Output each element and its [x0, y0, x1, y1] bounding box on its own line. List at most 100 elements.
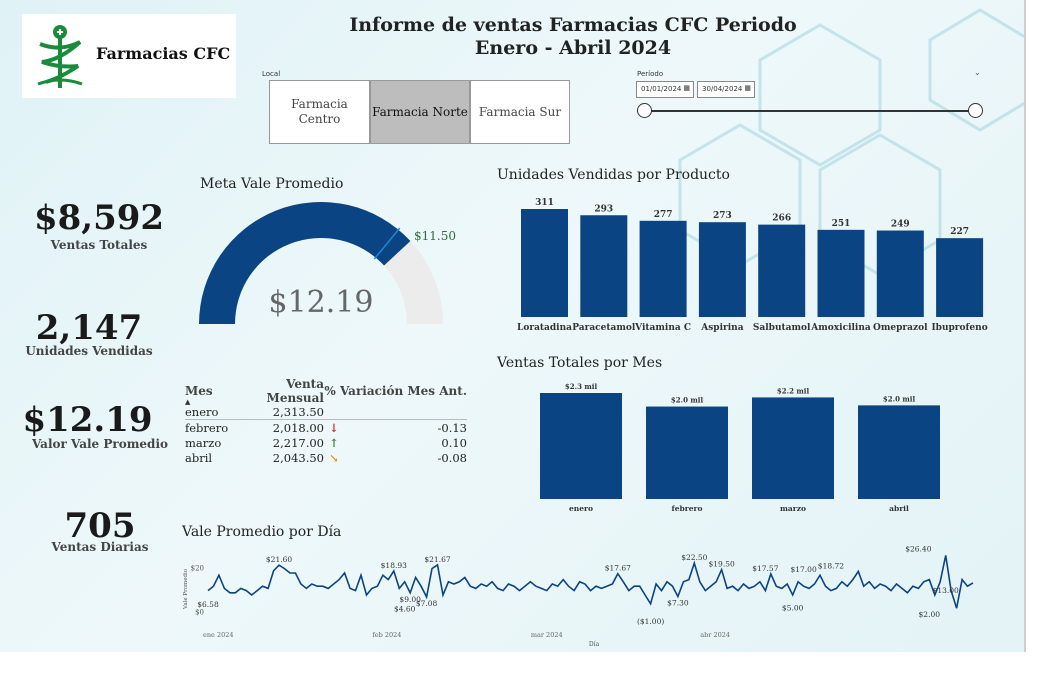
month-chart-title: Ventas Totales por Mes [497, 355, 663, 371]
bar-data-label: $2.0 mil [883, 394, 916, 403]
table-row[interactable]: marzo 2,217.00 ↑ 0.10 [185, 435, 467, 450]
header-mes[interactable]: Mes [185, 384, 229, 398]
bar-abril[interactable] [858, 405, 940, 499]
bar-enero[interactable] [540, 393, 622, 499]
point-data-label: $7.30 [667, 599, 689, 608]
bar-febrero[interactable] [646, 406, 728, 499]
series-line[interactable] [207, 555, 974, 609]
cell-mes: enero [185, 405, 219, 419]
bar-Paracetamol[interactable] [580, 215, 628, 317]
bar-data-label: 311 [535, 198, 554, 208]
vertical-scrollbar[interactable] [1024, 0, 1026, 652]
point-data-label: $19.50 [709, 560, 735, 569]
category-label: Paracetamol [572, 323, 636, 333]
point-data-label: $7.08 [416, 599, 438, 608]
logo-text: Farmacias CFC [96, 44, 231, 63]
x-tick-label: ene 2024 [203, 631, 234, 639]
point-data-label: $21.67 [424, 555, 450, 564]
category-label: Amoxicilina [810, 323, 871, 333]
local-slicer-label: Local [262, 70, 281, 78]
x-axis-label: Día [589, 641, 600, 648]
point-data-label: $5.00 [782, 604, 804, 613]
point-data-label: $22.50 [681, 553, 707, 562]
category-label: Omeprazol [873, 323, 928, 333]
calendar-icon[interactable]: ▦ [744, 84, 751, 92]
header-venta-mensual[interactable]: Venta Mensual [229, 377, 324, 405]
bar-Vitamina C[interactable] [639, 220, 687, 317]
kpi-unidades-label: Unidades Vendidas [25, 344, 153, 358]
cell-venta: 2,313.50 [272, 405, 324, 419]
range-end-handle[interactable] [968, 103, 983, 118]
slicer-farmacia-norte[interactable]: Farmacia Norte [370, 80, 470, 144]
y-axis-label: Vale Promedio [183, 568, 189, 610]
bar-data-label: 227 [950, 227, 969, 237]
bar-data-label: $2.0 mil [671, 396, 704, 405]
point-data-label: $17.67 [605, 564, 631, 573]
bar-data-label: 251 [832, 219, 851, 229]
cell-var: -0.13 [437, 420, 468, 435]
trend-arrow-icon: ↘ [329, 450, 339, 465]
kpi-vale-value: $12.19 [22, 400, 153, 440]
date-range-track[interactable] [645, 110, 976, 112]
monthly-sales-table: Mes Venta Mensual % Variación Mes Ant. ▲… [185, 377, 467, 465]
bar-data-label: 277 [654, 210, 673, 220]
cell-mes: abril [185, 450, 213, 465]
bar-Aspirina[interactable] [698, 222, 746, 317]
y-tick-label: $0 [195, 609, 204, 617]
trend-arrow-icon: ↓ [329, 420, 339, 435]
cell-mes: marzo [185, 435, 222, 450]
point-data-label: $17.00 [790, 565, 816, 574]
x-tick-label: feb 2024 [372, 631, 401, 639]
table-row[interactable]: febrero 2,018.00 ↓ -0.13 [185, 420, 467, 435]
slicer-farmacia-centro[interactable]: Farmacia Centro [269, 80, 370, 144]
category-label: febrero [672, 504, 703, 513]
pharmacy-logo-icon [37, 25, 83, 88]
category-label: Loratadina [517, 323, 572, 333]
table-row[interactable]: abril 2,043.50 ↘ -0.08 [185, 450, 467, 465]
gauge-chart: $11.50 $12.19 [199, 202, 456, 324]
chevron-down-icon[interactable]: ⌄ [974, 68, 981, 77]
category-label: Ibuprofeno [931, 323, 987, 333]
date-start-input[interactable]: 01/01/2024 ▦ [636, 81, 694, 98]
date-start-value: 01/01/2024 [641, 85, 682, 93]
point-data-label: $26.40 [905, 545, 931, 554]
bar-data-label: 273 [713, 211, 732, 221]
daily-line-chart: Vale Promedio $0 $20 ene 2024 feb 2024 mar 20… [183, 545, 974, 648]
bar-Loratadina[interactable] [521, 209, 568, 317]
slicer-farmacia-sur[interactable]: Farmacia Sur [470, 80, 570, 144]
kpi-ventas-totales-label: Ventas Totales [50, 238, 148, 252]
gauge-value-label: $12.19 [269, 285, 374, 320]
category-label: abril [889, 504, 909, 513]
bar-marzo[interactable] [752, 397, 834, 499]
point-data-label: $13.00 [933, 586, 959, 595]
kpi-ventas-diarias-label: Ventas Diarias [51, 540, 149, 554]
bar-data-label: $2.2 mil [777, 386, 810, 395]
bar-Amoxicilina[interactable] [817, 229, 865, 317]
header-variacion[interactable]: % Variación Mes Ant. [324, 384, 467, 398]
month-bar-chart: $2.3 mil enero $2.0 mil febrero $2.2 mil marz… [540, 382, 940, 513]
category-label: enero [569, 504, 593, 513]
cell-var: -0.08 [437, 450, 468, 465]
cell-venta: 2,018.00 [272, 420, 324, 435]
bar-Omeprazol[interactable] [876, 230, 924, 317]
bar-data-label: 249 [891, 220, 910, 230]
x-tick-label: mar 2024 [531, 631, 563, 639]
bar-Salbutamol[interactable] [758, 224, 806, 317]
bar-Ibuprofeno[interactable] [936, 238, 984, 317]
category-label: Aspirina [700, 323, 743, 333]
kpi-vale-label: Valor Vale Promedio [31, 437, 169, 451]
trend-arrow-icon: ↑ [329, 435, 339, 450]
product-chart-title: Unidades Vendidas por Producto [497, 167, 730, 183]
date-end-input[interactable]: 30/04/2024 ▦ [697, 81, 755, 98]
cell-venta: 2,217.00 [272, 435, 324, 450]
range-start-handle[interactable] [637, 103, 652, 118]
table-row[interactable]: enero 2,313.50 [185, 405, 467, 420]
product-bar-chart: 311 Loratadina 293 Paracetamol 277 Vitamina C… [517, 198, 988, 333]
category-label: marzo [780, 504, 806, 513]
gauge-target-label: $11.50 [414, 229, 456, 243]
calendar-icon[interactable]: ▦ [683, 84, 690, 92]
point-data-label: ($1.00) [637, 617, 664, 626]
y-tick-label: $20 [191, 565, 204, 573]
point-data-label: $2.00 [919, 610, 941, 619]
bar-data-label: $2.3 mil [565, 382, 598, 391]
